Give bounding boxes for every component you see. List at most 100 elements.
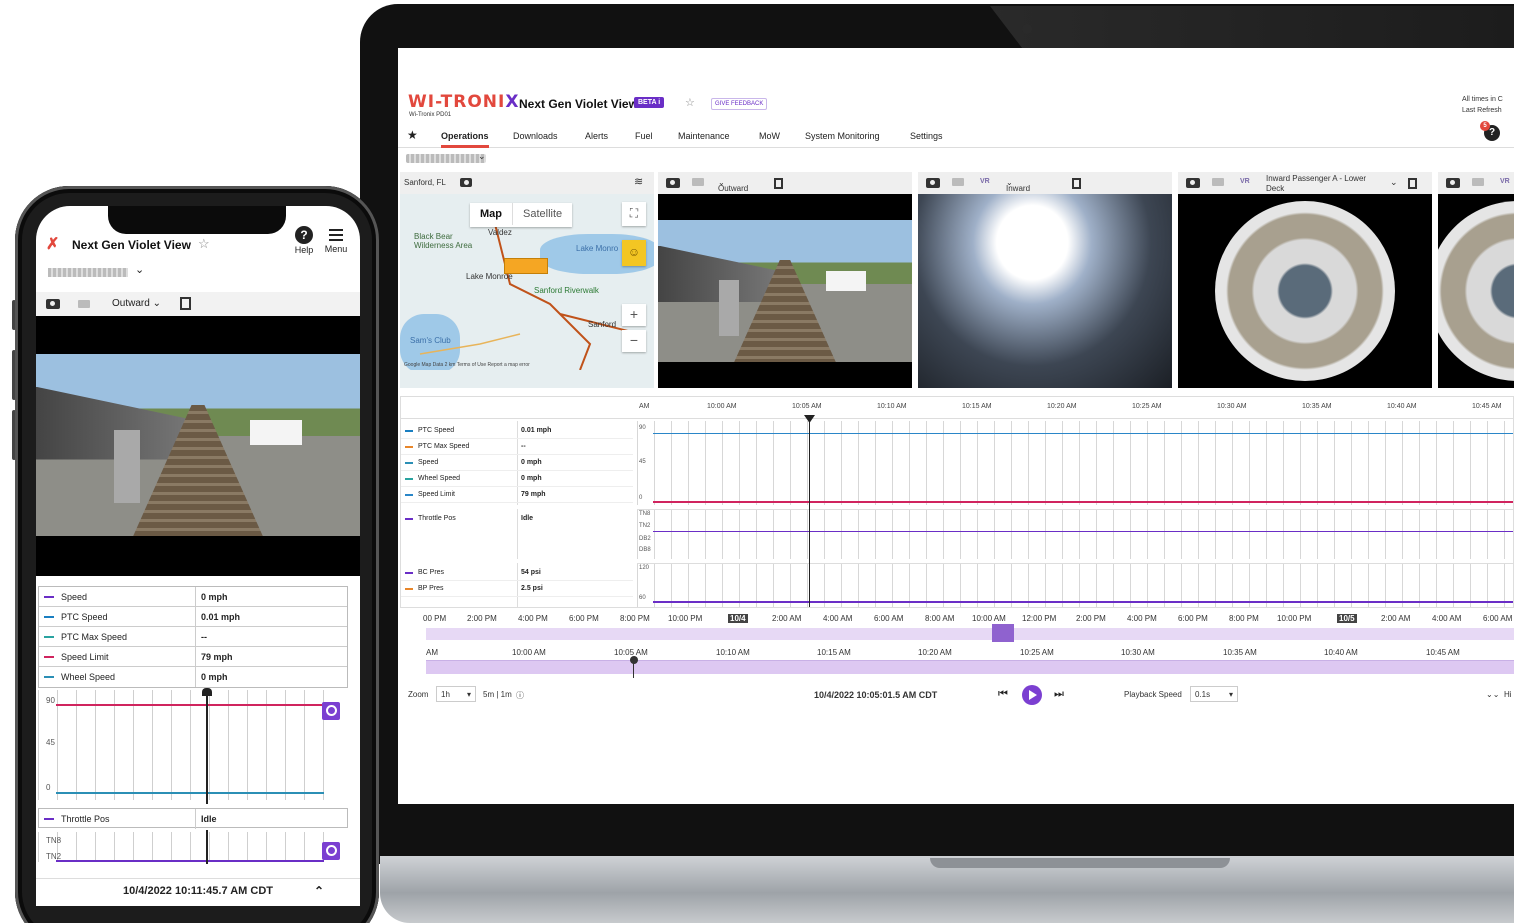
channel-value: Idle [521, 515, 534, 522]
give-feedback-button[interactable]: GIVE FEEDBACK [711, 98, 768, 110]
throttle-chart-grid[interactable] [637, 509, 1513, 559]
vr-icon[interactable]: VR [1240, 178, 1250, 185]
laptop-screen: WI-TRONIX Wi-Tronix PD01 Next Gen Violet… [398, 48, 1514, 804]
map-tab[interactable]: Map [470, 203, 512, 225]
camera-select[interactable]: Outward ⌄ [718, 178, 748, 193]
snapshot-camera-icon[interactable] [1186, 178, 1200, 188]
channel-row-wheel-speed[interactable]: Wheel Speed 0 mph [401, 471, 633, 487]
snapshot-camera-icon[interactable] [46, 299, 60, 309]
overview-scrubber-track[interactable] [426, 628, 1514, 640]
video-icon[interactable] [692, 178, 704, 186]
camera-name: Outward [112, 298, 150, 309]
channel-row-bp-pres[interactable]: BP Pres 2.5 psi [401, 581, 633, 597]
channel-row-speed[interactable]: Speed 0 mph [401, 455, 633, 471]
video-icon[interactable] [1212, 178, 1224, 186]
street-view-pegman-icon[interactable]: ☺ [622, 240, 646, 266]
outward-camera-feed[interactable] [36, 316, 360, 576]
camera-select[interactable]: Inward Passenger A - Lower Deck [1266, 174, 1386, 194]
zoom-chart-icon[interactable] [322, 842, 340, 860]
help-button[interactable]: ? Help [292, 226, 316, 255]
zoomed-playhead-handle[interactable] [630, 656, 638, 664]
tab-alerts[interactable]: Alerts [585, 131, 608, 141]
vr-icon[interactable]: VR [980, 178, 990, 185]
zoom-select[interactable]: 1h ▾ [436, 686, 476, 702]
snapshot-camera-icon[interactable] [666, 178, 680, 188]
tab-downloads[interactable]: Downloads [513, 131, 558, 141]
satellite-tab[interactable]: Satellite [512, 203, 572, 225]
partial-camera-feed[interactable] [1438, 194, 1514, 388]
map-toggle-icon[interactable] [774, 178, 783, 189]
tab-system-monitoring[interactable]: System Monitoring [805, 131, 880, 141]
channel-row-ptc-speed[interactable]: PTC Speed 0.01 mph [401, 423, 633, 439]
snapshot-camera-icon[interactable] [926, 178, 940, 188]
zoom-chart-icon[interactable] [322, 702, 340, 720]
inward-cab-camera-feed[interactable] [918, 194, 1172, 388]
zoomed-scrubber-track[interactable] [426, 660, 1514, 674]
tab-settings[interactable]: Settings [910, 131, 943, 141]
camera-panel-header: VR [1438, 172, 1514, 194]
passenger-camera-feed[interactable] [1178, 194, 1432, 388]
skip-forward-icon[interactable]: ⏭ [1054, 688, 1064, 701]
zoom-in-button[interactable]: + [622, 304, 646, 326]
channel-row-speed-limit[interactable]: Speed Limit 79 mph [401, 487, 633, 503]
hide-button[interactable]: Hi [1504, 690, 1512, 699]
channel-row-speed-limit[interactable]: Speed Limit 79 mph [39, 647, 347, 667]
speed-chart-grid[interactable] [38, 690, 338, 800]
camera-select[interactable]: Inward Cab ⌄ [1006, 178, 1030, 202]
zoom-steps[interactable]: 5m | 1m [483, 690, 512, 699]
favorite-star-icon[interactable]: ☆ [198, 236, 210, 252]
layers-icon[interactable]: ≋ [634, 175, 643, 188]
tab-mow[interactable]: MoW [759, 131, 780, 141]
map-view[interactable]: Map Satellite Valdez Black Bear Wildernes… [400, 194, 654, 370]
playback-speed-select[interactable]: 0.1s ▾ [1190, 686, 1238, 702]
chevron-up-icon[interactable]: ⌃ [314, 884, 324, 898]
tab-operations[interactable]: Operations [441, 131, 489, 148]
zoom-out-button[interactable]: − [622, 330, 646, 352]
help-notification-icon[interactable]: ? 5 [1480, 121, 1500, 141]
channel-row-bc-pres[interactable]: BC Pres 54 psi [401, 565, 633, 581]
video-icon[interactable] [952, 178, 964, 186]
fullscreen-icon[interactable]: ⛶ [622, 202, 646, 226]
train-location-marker[interactable] [504, 258, 548, 274]
throttle-chart-grid[interactable] [38, 832, 338, 862]
channel-row-speed[interactable]: Speed 0 mph [39, 587, 347, 607]
channel-row-ptc-speed[interactable]: PTC Speed 0.01 mph [39, 607, 347, 627]
chevron-down-icon[interactable]: ⌄ [135, 263, 144, 276]
info-icon[interactable]: ⓘ [516, 690, 524, 701]
channel-row-ptc-max-speed[interactable]: PTC Max Speed -- [401, 439, 633, 455]
brand-logo[interactable]: WI-TRONIX [408, 92, 519, 112]
map-toggle-icon[interactable] [1072, 178, 1081, 189]
video-camera-icon[interactable] [460, 178, 472, 187]
current-timestamp-bar[interactable]: 10/4/2022 10:11:45.7 AM CDT ⌃ [36, 878, 360, 906]
tab-fuel[interactable]: Fuel [635, 131, 653, 141]
tab-maintenance[interactable]: Maintenance [678, 131, 730, 141]
overview-selection-window[interactable] [992, 624, 1014, 642]
brand-logo-mark[interactable]: ✗ [46, 234, 59, 254]
map-toggle-icon[interactable] [180, 297, 191, 310]
menu-button[interactable]: Menu [321, 226, 351, 254]
overview-tick: 8:00 AM [925, 614, 955, 623]
channel-row-throttle-pos[interactable]: Throttle Pos Idle [401, 511, 633, 527]
channel-row-throttle-pos[interactable]: Throttle Pos Idle [39, 809, 347, 829]
channel-value: -- [201, 632, 207, 642]
video-icon[interactable] [1472, 178, 1484, 186]
channel-row-ptc-max-speed[interactable]: PTC Max Speed -- [39, 627, 347, 647]
map-toggle-icon[interactable] [1408, 178, 1417, 189]
vehicle-selector[interactable] [48, 268, 128, 277]
snapshot-camera-icon[interactable] [1446, 178, 1460, 188]
vr-icon[interactable]: VR [1500, 178, 1510, 185]
skip-back-icon[interactable]: ⏮ [998, 688, 1008, 701]
video-icon[interactable] [78, 300, 90, 308]
favorite-star-icon[interactable]: ☆ [685, 96, 695, 109]
chevron-down-icon[interactable]: ⌄ [1390, 177, 1398, 188]
beta-badge[interactable]: BETA i [634, 97, 665, 108]
collapse-chevrons-icon[interactable]: ⌄⌄ [1486, 690, 1499, 699]
chevron-down-icon[interactable]: ⌄ [478, 151, 486, 162]
vehicle-selector[interactable] [406, 154, 486, 163]
camera-select[interactable]: Outward ⌄ [112, 298, 161, 309]
favorites-star-icon[interactable]: ★ [407, 128, 418, 142]
channel-row-wheel-speed[interactable]: Wheel Speed 0 mph [39, 667, 347, 687]
play-button[interactable] [1022, 685, 1042, 705]
playhead-handle[interactable] [202, 688, 212, 696]
outward-camera-feed[interactable] [658, 194, 912, 388]
